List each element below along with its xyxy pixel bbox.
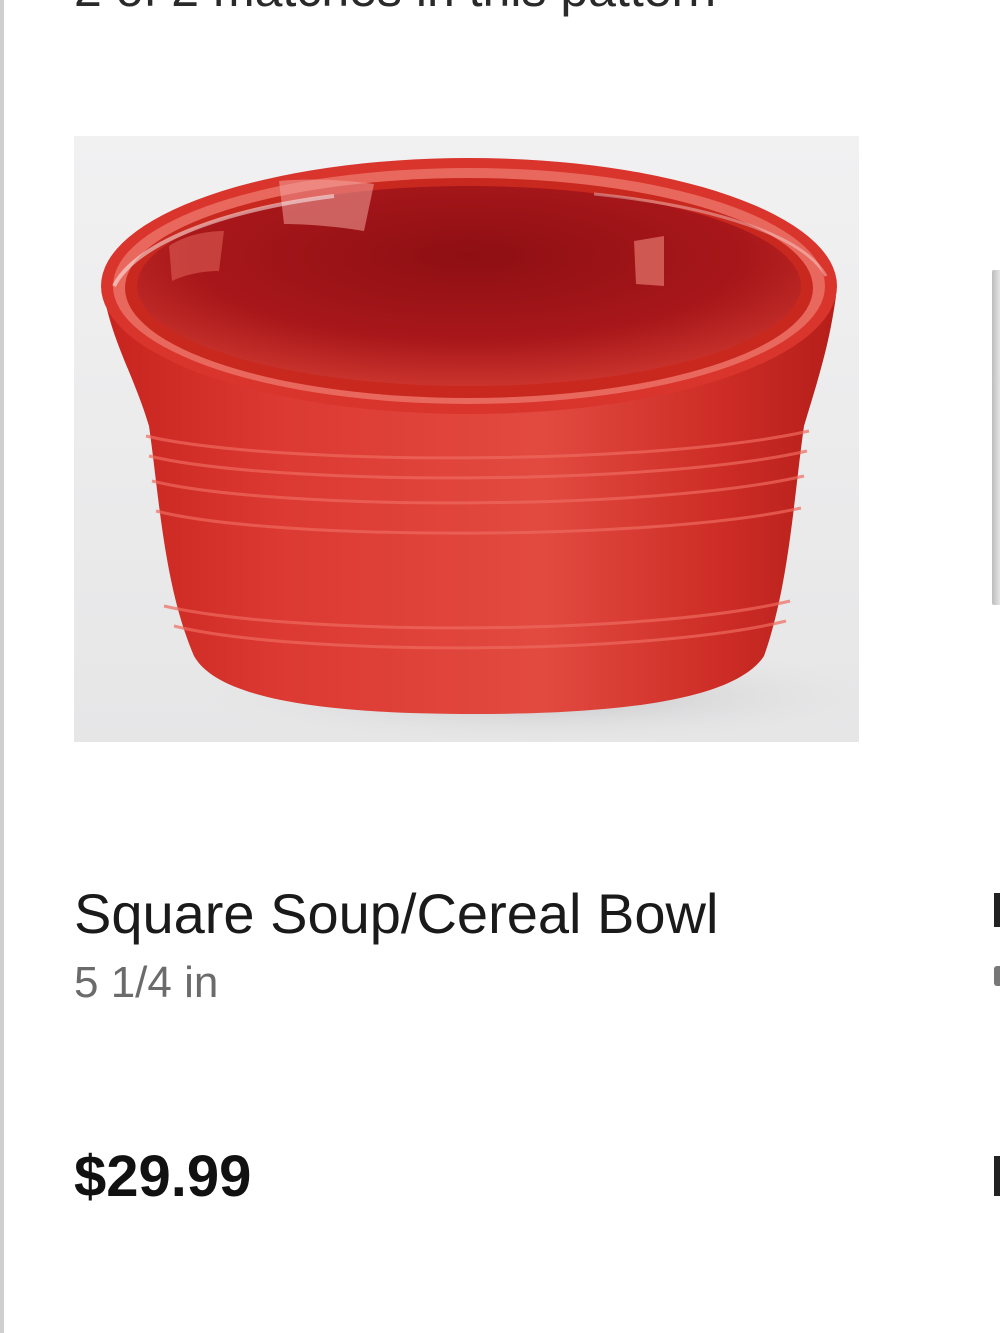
next-product-image-peek[interactable]	[992, 270, 1000, 605]
results-count-heading: 2 of 2 matches in this pattern	[74, 0, 716, 18]
next-product-name-peek	[994, 893, 1000, 927]
next-product-price-peek	[994, 1156, 1000, 1196]
product-name[interactable]: Square Soup/Cereal Bowl	[74, 882, 718, 946]
red-square-bowl-photo-icon	[74, 136, 859, 742]
product-list-page: 2 of 2 matches in this pattern	[0, 0, 1000, 1333]
product-size: 5 1/4 in	[74, 958, 219, 1007]
product-card[interactable]: Square Soup/Cereal Bowl 5 1/4 in $29.99	[74, 136, 859, 1236]
product-image[interactable]	[74, 136, 859, 742]
scroll-edge	[0, 0, 4, 1333]
next-product-size-peek	[994, 966, 1000, 986]
product-price: $29.99	[74, 1144, 252, 1209]
